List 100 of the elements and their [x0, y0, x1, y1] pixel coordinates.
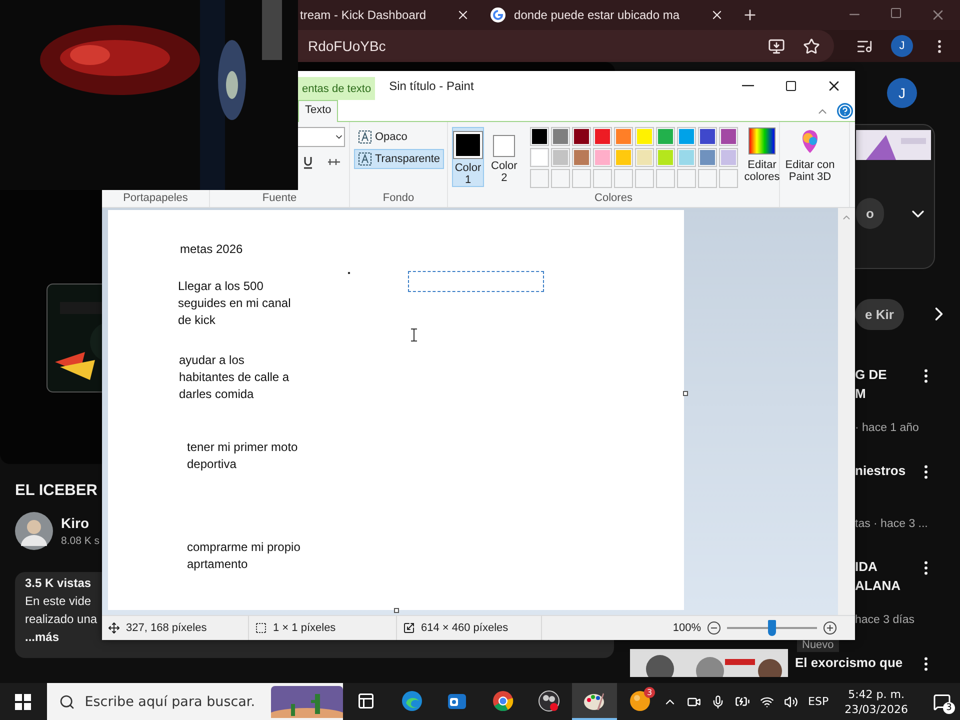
palette-swatch[interactable]: [572, 148, 592, 167]
language-indicator[interactable]: ESP: [808, 695, 829, 708]
ribbon-tab[interactable]: Texto: [298, 100, 338, 122]
group-label: Colores: [594, 191, 634, 206]
help-button[interactable]: [837, 103, 853, 119]
canvas-size-icon: [403, 622, 415, 634]
background-option[interactable]: Opaco: [354, 127, 444, 147]
video-title[interactable]: niestros: [855, 461, 906, 480]
new-tab-button[interactable]: [742, 7, 758, 23]
address-bar[interactable]: RdoFUoYBc: [298, 30, 834, 62]
empty-swatch[interactable]: [593, 169, 612, 188]
resize-handle[interactable]: [394, 608, 399, 613]
channel-avatar[interactable]: [15, 512, 53, 550]
zoom-level: 100%: [672, 622, 701, 634]
video-title[interactable]: IDA: [855, 557, 878, 576]
message-icon: [933, 692, 951, 710]
video-title[interactable]: El exorcismo que: [795, 653, 903, 672]
group-label: Fuente: [261, 191, 298, 206]
notifications-button[interactable]: 3: [924, 683, 960, 720]
palette-swatch[interactable]: [551, 127, 570, 146]
palette-swatch[interactable]: [614, 148, 634, 167]
canvas-text: ayudar a los habitantes de calle a darles comida: [179, 352, 290, 403]
palette-swatch[interactable]: [677, 148, 696, 167]
text-box-icon: [358, 152, 372, 166]
video-title[interactable]: ALANA: [855, 576, 900, 595]
palette-swatch[interactable]: [530, 148, 550, 167]
search-field[interactable]: Escribe aquí para buscar.: [46, 683, 343, 720]
scrollbar[interactable]: [838, 208, 855, 615]
zoom-out-icon[interactable]: [707, 621, 721, 635]
color-selector[interactable]: Color 2: [490, 127, 518, 187]
account-avatar[interactable]: J: [887, 78, 917, 108]
filter-chip[interactable]: e Kir: [855, 298, 904, 330]
browser-tab[interactable]: donde puede estar ubicado ma: [488, 0, 734, 30]
filter-chip[interactable]: o: [856, 198, 884, 229]
minimize-icon: [742, 84, 754, 86]
move-icon: [108, 622, 120, 634]
install-icon[interactable]: [768, 38, 785, 54]
video-title[interactable]: M: [855, 384, 866, 403]
bookmark-icon[interactable]: [803, 38, 820, 54]
canvas-text: Llegar a los 500 seguides en mi canal de kick: [178, 278, 292, 329]
edit-colors-button[interactable]: Editar colores: [744, 127, 780, 183]
video-meta: tas · hace 3 ...: [855, 517, 928, 532]
background-option[interactable]: Transparente: [354, 149, 444, 169]
palette-swatch[interactable]: [656, 148, 676, 167]
video-meta: · hace 1 año: [855, 421, 919, 436]
recorder-icon: [538, 690, 560, 712]
selection-size: 1 × 1 píxeles: [273, 622, 336, 634]
empty-swatch[interactable]: [677, 169, 696, 188]
restore-icon[interactable]: [890, 7, 902, 19]
underline-icon[interactable]: [301, 155, 315, 169]
palette-swatch[interactable]: [593, 148, 612, 167]
video-meta: hace 3 días: [855, 613, 914, 628]
palette-swatch[interactable]: [635, 148, 654, 167]
browser-tab[interactable]: tream - Kick Dashboard: [298, 0, 480, 30]
empty-swatch[interactable]: [551, 169, 570, 188]
wifi-icon[interactable]: [760, 694, 774, 708]
empty-swatch[interactable]: [719, 169, 738, 188]
view-count: 3.5 K vistas: [25, 575, 92, 592]
palette-swatch[interactable]: [572, 127, 592, 146]
empty-swatch[interactable]: [614, 169, 634, 188]
paint3d-button[interactable]: Editar con Paint 3D: [784, 127, 836, 183]
search-icon: [58, 694, 75, 710]
maximize-icon: [784, 80, 796, 92]
palette-swatch[interactable]: [719, 127, 738, 146]
text-selection-box[interactable]: [408, 271, 544, 292]
palette-swatch[interactable]: [719, 148, 738, 167]
group-label: Fondo: [382, 191, 416, 206]
battery-icon[interactable]: [735, 694, 750, 709]
more-link[interactable]: ...más: [25, 628, 60, 646]
palette-swatch[interactable]: [593, 127, 612, 146]
clock[interactable]: 5:42 p. m. 23/03/2026: [838, 686, 914, 716]
palette-swatch[interactable]: [698, 127, 718, 146]
app-icon: [629, 690, 652, 712]
palette-swatch[interactable]: [551, 148, 570, 167]
palette-swatch[interactable]: [698, 148, 718, 167]
palette-swatch[interactable]: [614, 127, 634, 146]
resize-handle[interactable]: [683, 391, 688, 396]
volume-icon[interactable]: [784, 694, 798, 708]
context-tab[interactable]: entas de texto: [298, 77, 376, 100]
empty-swatch[interactable]: [698, 169, 718, 188]
palette-swatch[interactable]: [656, 127, 676, 146]
palette-swatch[interactable]: [635, 127, 654, 146]
empty-swatch[interactable]: [530, 169, 550, 188]
color-selector[interactable]: Color 1: [452, 127, 484, 187]
empty-swatch[interactable]: [572, 169, 592, 188]
palette-swatch[interactable]: [530, 127, 550, 146]
empty-swatch[interactable]: [635, 169, 654, 188]
palette-swatch[interactable]: [677, 127, 696, 146]
microphone-icon[interactable]: [711, 694, 726, 708]
image-size: 614 × 460 píxeles: [421, 622, 508, 634]
taskbar-app[interactable]: 3: [617, 683, 664, 720]
app-badge: 3: [644, 687, 656, 698]
profile-avatar[interactable]: J: [891, 35, 913, 57]
windows-icon: [15, 694, 32, 710]
video-title[interactable]: G DE: [855, 365, 887, 384]
taskbar-app[interactable]: [572, 683, 618, 720]
empty-swatch[interactable]: [656, 169, 676, 188]
zoom-in-icon[interactable]: [823, 621, 837, 635]
channel-name[interactable]: Kiro: [61, 515, 89, 531]
font-size-dropdown[interactable]: [297, 127, 345, 147]
